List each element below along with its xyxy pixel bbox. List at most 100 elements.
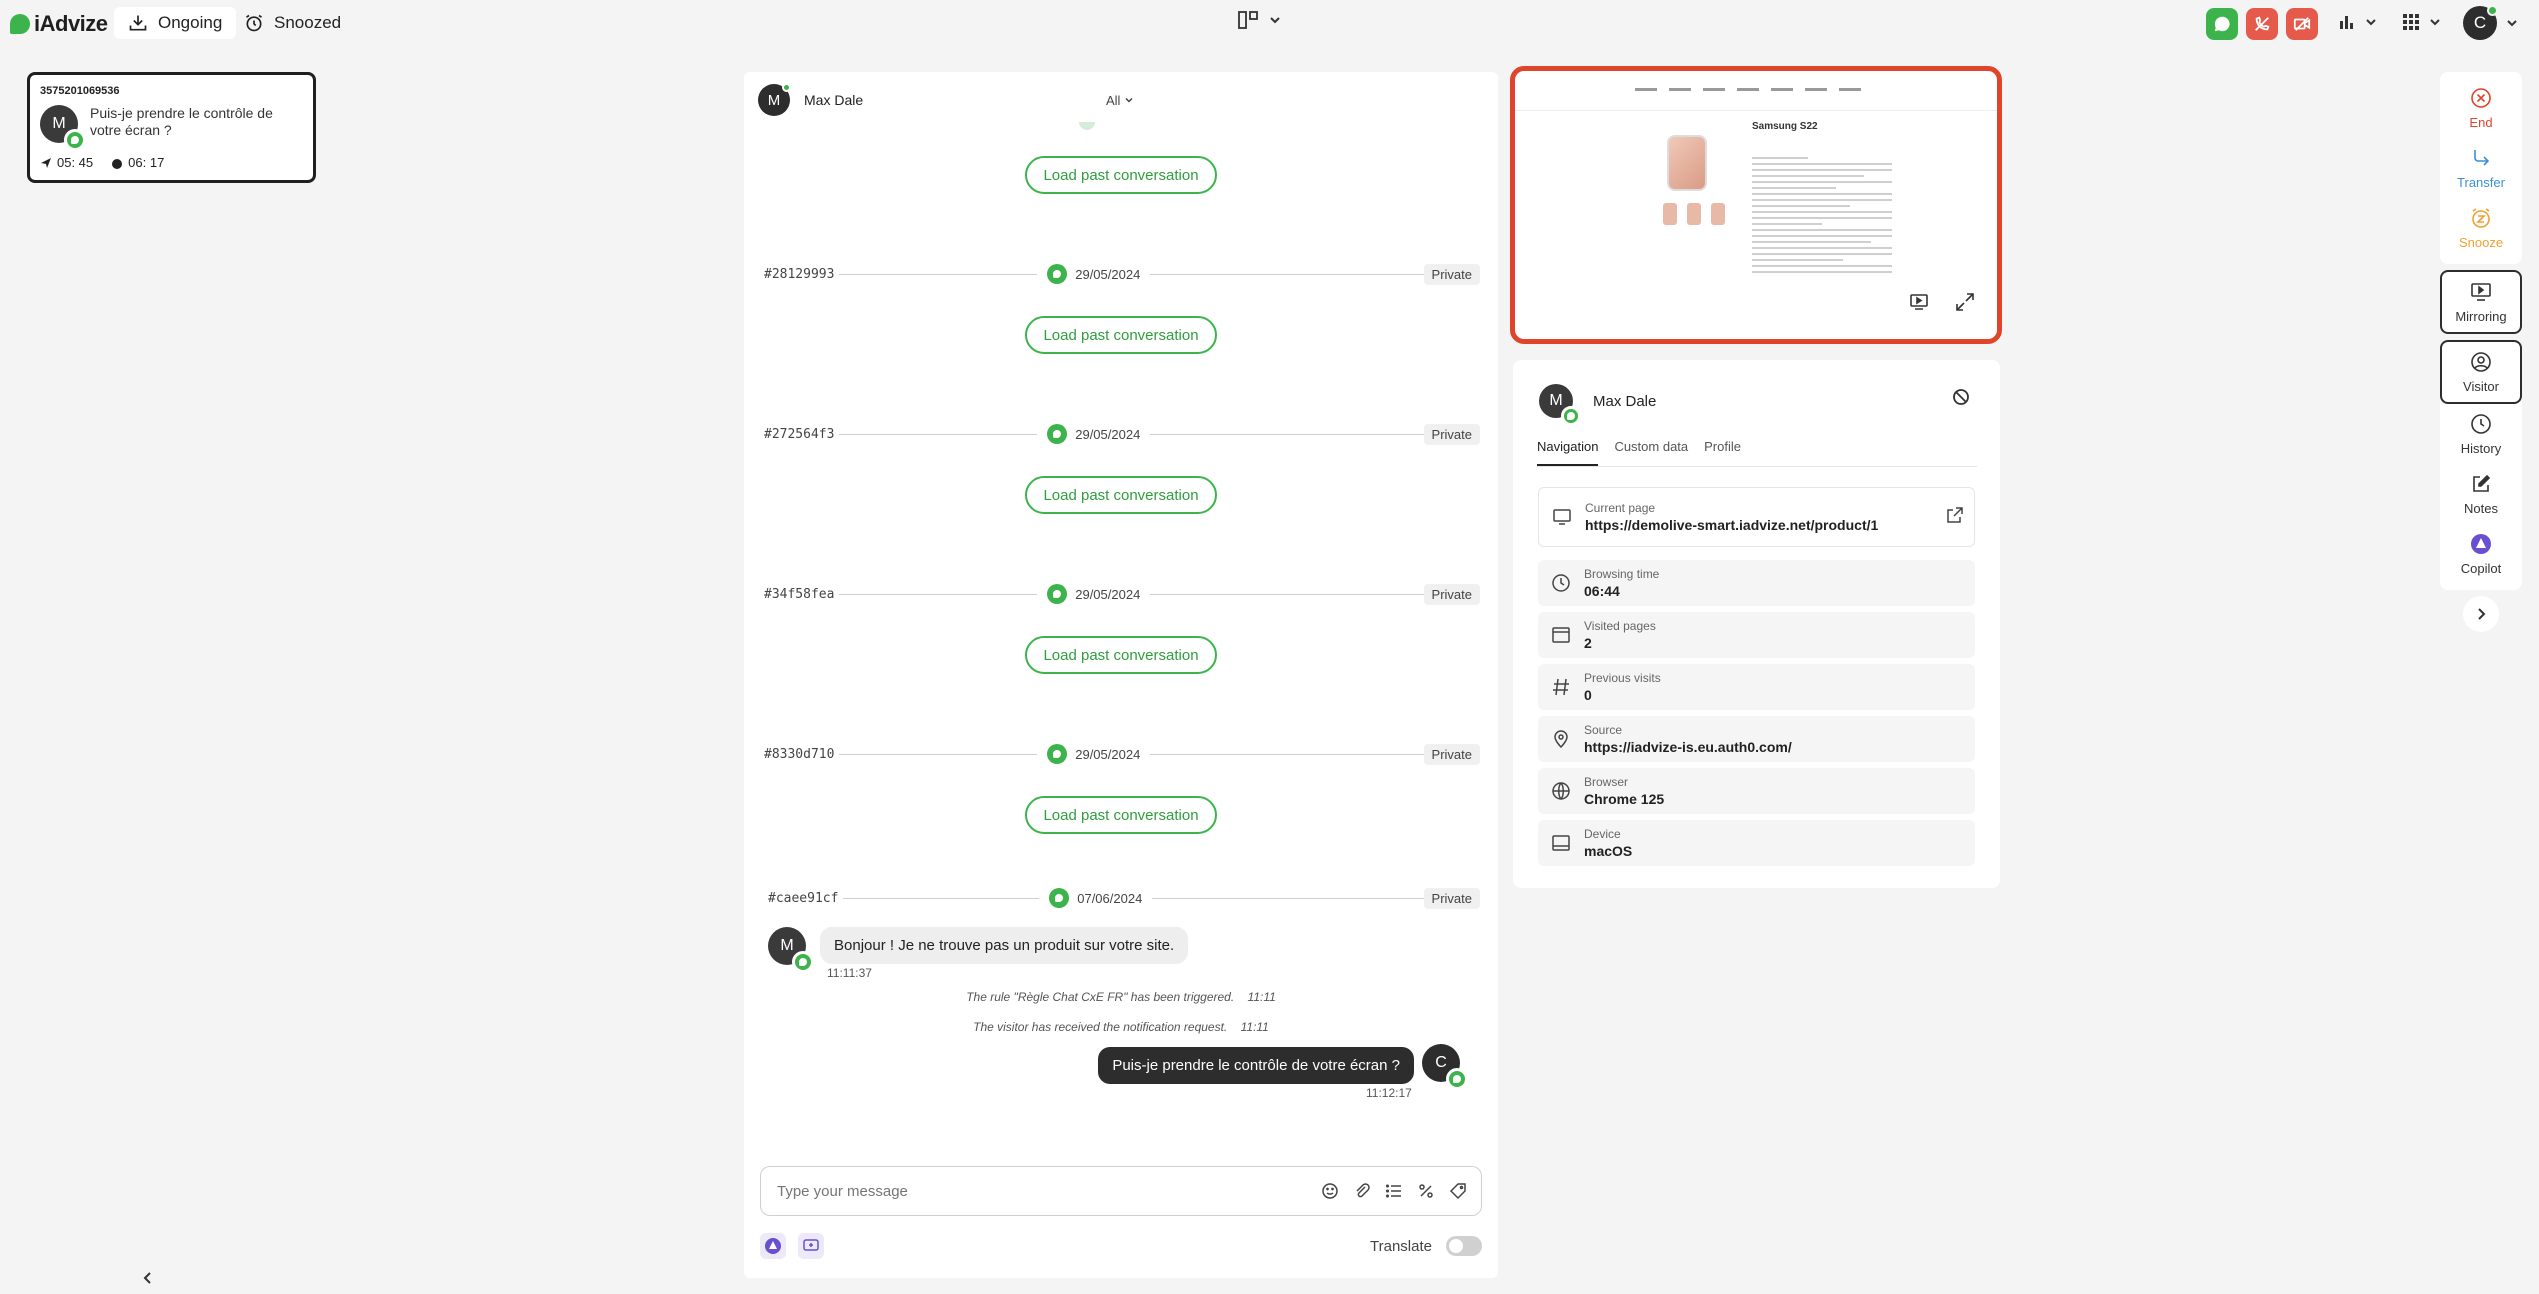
last-message-preview: Puis-je prendre le contrôle de votre écr… — [90, 105, 273, 138]
field-label: Browsing time — [1584, 567, 1660, 581]
screen-control-button[interactable] — [1909, 292, 1929, 317]
layout-switcher[interactable] — [1238, 10, 1282, 30]
video-channel-button[interactable] — [2286, 8, 2318, 40]
chat-channel-icon — [1047, 424, 1068, 444]
tab-custom-data[interactable]: Custom data — [1614, 439, 1688, 466]
screen-play-icon — [2471, 282, 2491, 301]
chat-channel-icon — [1047, 264, 1068, 284]
load-past-conversation-button[interactable]: Load past conversation — [1025, 476, 1217, 514]
edit-note-icon — [2473, 474, 2491, 492]
stats-menu[interactable] — [2338, 13, 2378, 31]
attach-button[interactable] — [1353, 1182, 1371, 1200]
private-tag: Private — [1423, 423, 1480, 445]
field-label: Device — [1584, 827, 1621, 841]
system-event: The visitor has received the notificatio… — [744, 1020, 1498, 1034]
laptop-icon — [1550, 832, 1572, 854]
translate-toggle[interactable] — [1446, 1236, 1482, 1256]
open-page-button[interactable] — [1946, 506, 1964, 529]
response-time: 05: 45 — [40, 155, 93, 170]
preview-product-title: Samsung S22 — [1752, 121, 1818, 132]
visitor-initial: M — [1549, 392, 1563, 409]
history-label: History — [2460, 440, 2502, 456]
load-past-conversation-button[interactable]: Load past conversation — [1025, 156, 1217, 194]
conversation-separator: #28129993 29/05/2024 Private — [764, 263, 1480, 285]
field-label: Browser — [1584, 775, 1629, 789]
message-time: 11:11:37 — [827, 966, 872, 980]
emoji-button[interactable] — [1321, 1182, 1339, 1200]
chevron-down-icon — [1125, 97, 1133, 103]
conversation-date: 29/05/2024 — [1075, 746, 1141, 762]
app-logo[interactable]: iAdvize — [10, 11, 108, 37]
conversation-id: 3575201069536 — [40, 85, 120, 97]
call-channel-button[interactable] — [2246, 8, 2278, 40]
tab-profile[interactable]: Profile — [1704, 439, 1741, 466]
chat-channel-button[interactable] — [2206, 8, 2238, 40]
current-page-row: Current page https://demolive-smart.iadv… — [1538, 487, 1975, 547]
discount-button[interactable] — [1417, 1182, 1435, 1200]
copilot-rail-button[interactable]: Copilot — [2440, 524, 2522, 584]
sparkle-chat-icon — [803, 1239, 819, 1251]
visitor-message: M Bonjour ! Je ne trouve pas un produit … — [768, 927, 1189, 973]
visitor-tabs: Navigation Custom data Profile — [1537, 439, 1977, 467]
message-filter-dropdown[interactable]: All — [1106, 93, 1134, 108]
mirroring-label: Mirroring — [2455, 308, 2507, 324]
conversation-card[interactable]: 3575201069536 M Puis-je prendre le contr… — [27, 72, 316, 183]
chat-channel-badge — [1446, 1068, 1468, 1090]
message-time: 11:12:17 — [1366, 1086, 1412, 1100]
user-menu[interactable]: C — [2463, 5, 2519, 40]
visitor-initial: M — [767, 91, 781, 109]
apps-menu[interactable] — [2402, 13, 2442, 31]
load-past-conversation-button[interactable]: Load past conversation — [1025, 796, 1217, 834]
history-button[interactable]: History — [2440, 404, 2522, 464]
list-icon — [1385, 1184, 1401, 1198]
product-card-button[interactable] — [1449, 1182, 1467, 1200]
mirroring-button[interactable]: Mirroring — [2440, 270, 2522, 334]
quick-replies-button[interactable] — [1385, 1182, 1403, 1200]
tab-navigation[interactable]: Navigation — [1537, 439, 1599, 466]
expand-rail-button[interactable] — [2463, 596, 2499, 632]
preview-site-header — [1515, 71, 1997, 111]
conversation-separator: #34f58fea 29/05/2024 Private — [764, 583, 1480, 605]
bar-chart-icon — [2340, 16, 2353, 29]
load-past-conversation-button[interactable]: Load past conversation — [1025, 316, 1217, 354]
message-bubble: Bonjour ! Je ne trouve pas un produit su… — [820, 927, 1189, 964]
agent-avatar: C — [1422, 1044, 1468, 1090]
online-status-dot — [2487, 5, 2498, 16]
preview-description — [1752, 157, 1892, 277]
snooze-button[interactable]: Snooze — [2440, 198, 2522, 258]
previous-visits-row: Previous visits 0 — [1538, 664, 1975, 710]
block-visitor-button[interactable] — [1952, 388, 1970, 411]
field-value: 0 — [1584, 687, 1592, 703]
chevron-down-icon — [1270, 17, 1280, 24]
cobrowsing-preview[interactable]: Samsung S22 — [1510, 66, 2002, 344]
conversation-date: 29/05/2024 — [1075, 586, 1141, 602]
transfer-button[interactable]: Transfer — [2440, 138, 2522, 198]
notes-button[interactable]: Notes — [2440, 464, 2522, 524]
field-label: Source — [1584, 723, 1623, 737]
tab-ongoing[interactable]: Ongoing — [114, 7, 237, 39]
conversation-separator: #caee91cf 07/06/2024 Private — [768, 887, 1480, 909]
chat-channel-badge — [64, 129, 86, 151]
action-rail: End Transfer Snooze Mirroring Visitor Hi… — [2440, 72, 2522, 632]
visitor-button[interactable]: Visitor — [2440, 340, 2522, 404]
app-name: iAdvize — [34, 11, 108, 36]
field-value: 06:44 — [1584, 583, 1620, 599]
private-tag: Private — [1423, 887, 1480, 909]
expand-preview-button[interactable] — [1955, 292, 1975, 317]
logo-icon — [10, 14, 30, 34]
tab-snoozed[interactable]: Snoozed — [230, 7, 355, 39]
load-past-conversation-button[interactable]: Load past conversation — [1025, 636, 1217, 674]
conversation-date: 29/05/2024 — [1075, 426, 1141, 442]
preview-thumbnail — [1663, 203, 1677, 225]
preview-product-image — [1667, 135, 1707, 191]
end-conversation-button[interactable]: End — [2440, 78, 2522, 138]
visitor-avatar: M — [40, 105, 86, 151]
grid-apps-icon — [2403, 14, 2419, 30]
smiley-icon — [1322, 1183, 1338, 1199]
chat-panel: M Max Dale All Load past conversation #2… — [744, 72, 1498, 1278]
duration-time: 06: 17 — [111, 155, 164, 170]
collapse-sidebar-button[interactable] — [140, 1266, 156, 1292]
message-input[interactable] — [777, 1182, 1321, 1200]
copilot-button[interactable] — [760, 1233, 786, 1259]
ai-assist-button[interactable] — [798, 1233, 824, 1259]
